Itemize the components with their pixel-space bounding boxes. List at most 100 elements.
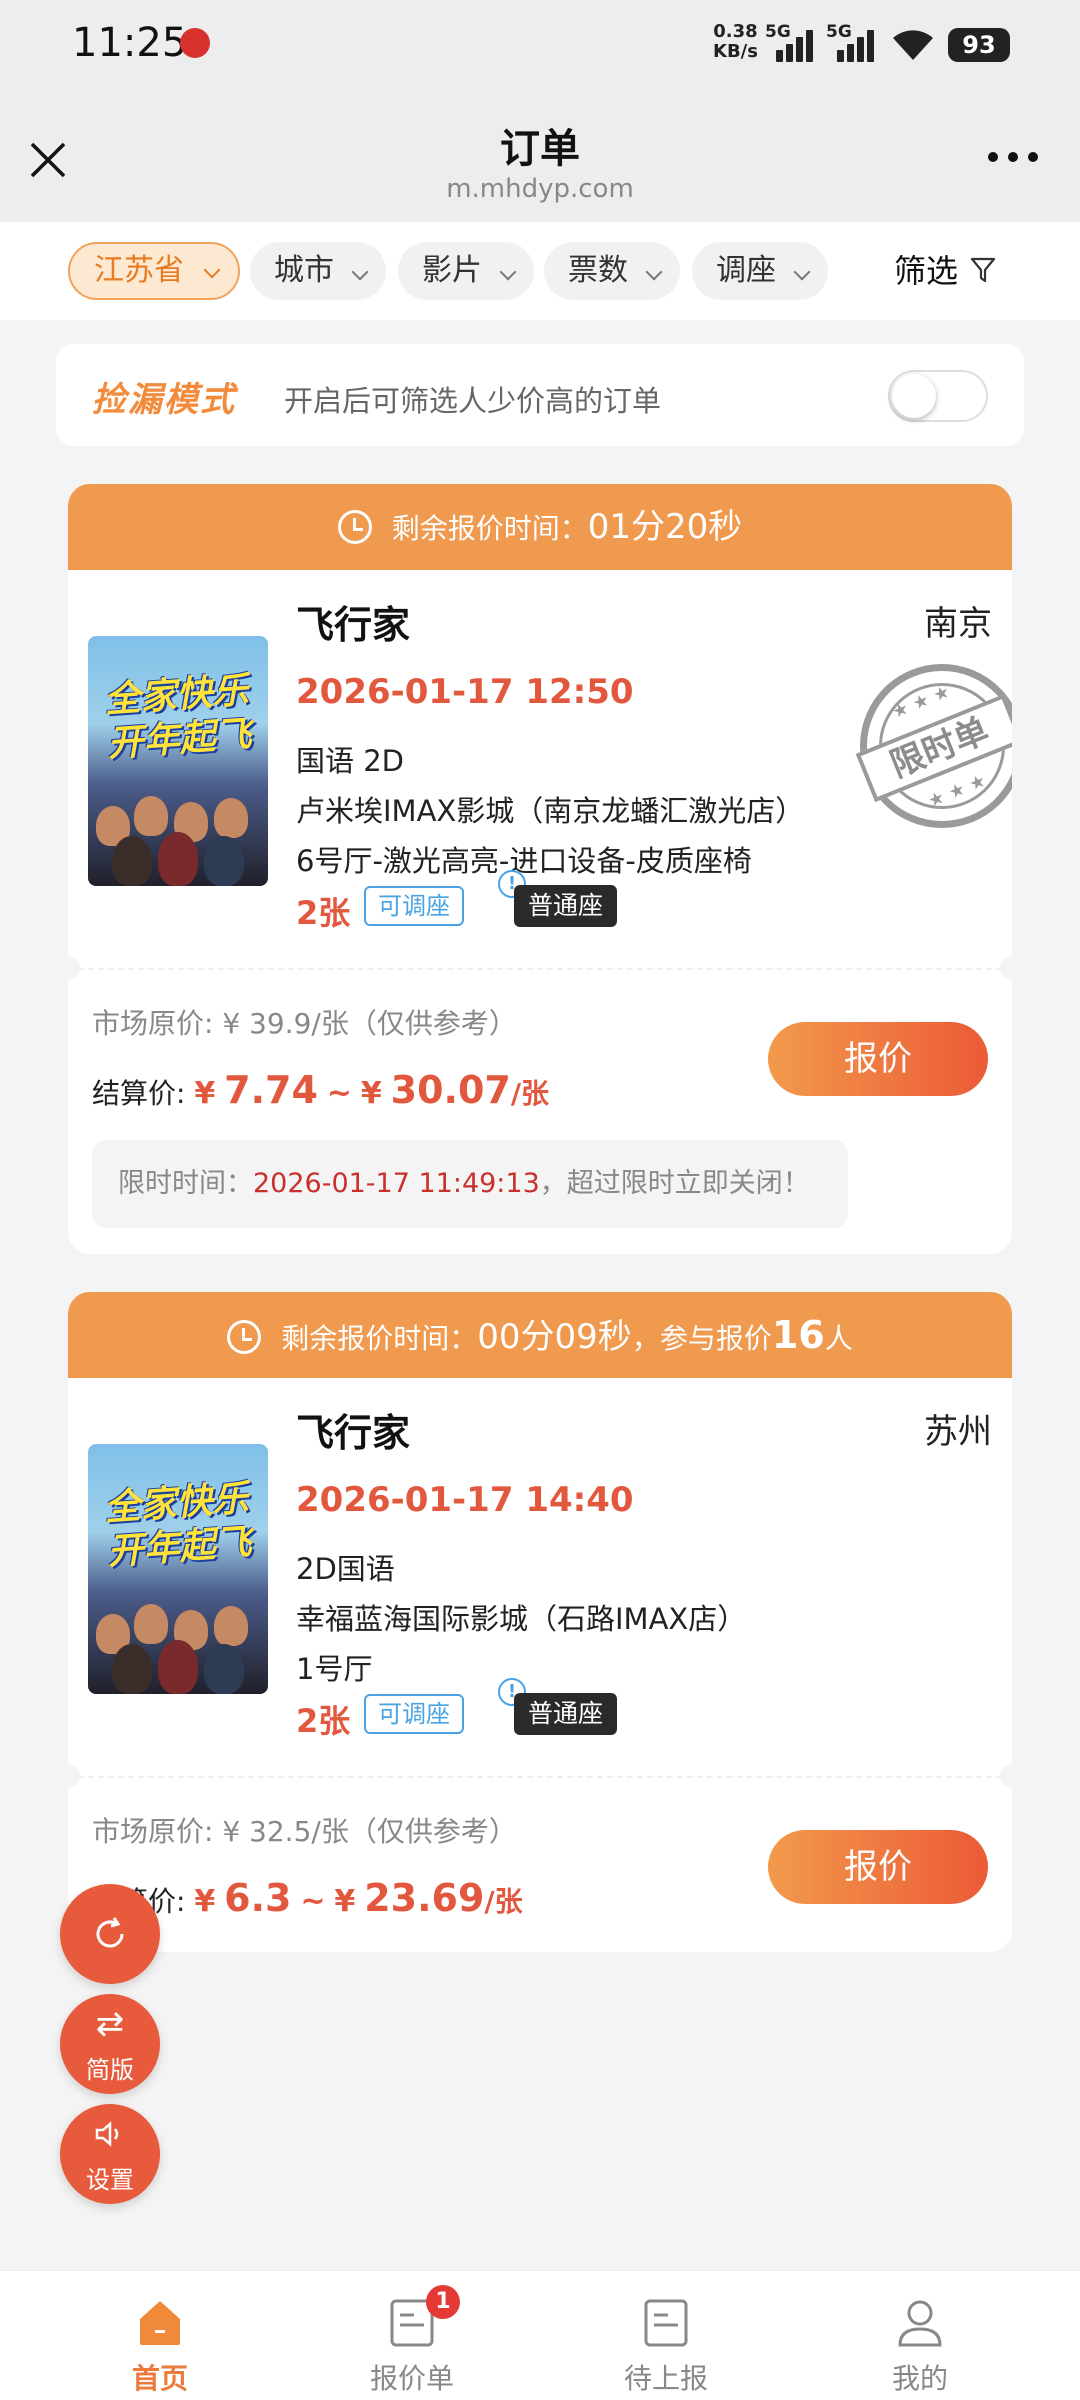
user-icon [898,2300,942,2347]
more-icon[interactable] [988,152,1038,166]
chevron-down-icon [645,263,663,281]
nav-profile-label: 我的 [891,2362,948,2395]
simple-mode-button[interactable]: ⇄ 简版 [60,1994,160,2094]
nav-quotes-label: 报价单 [369,2362,454,2395]
participants-suffix: 人 [824,1322,853,1355]
countdown-label: 剩余报价时间： [391,512,588,545]
price-max: 30.07 [390,1068,511,1112]
signal-icon [776,30,816,62]
order-card: 剩余报价时间：00分09秒，参与报价16人 全家快乐开年起飞 飞行家 苏州 20… [68,1292,1012,1952]
nav-pending[interactable]: 待上报 [566,2271,766,2400]
quote-button[interactable]: 报价 [768,1022,988,1096]
ticket-count: 2张 [296,894,351,932]
nav-home-label: 首页 [131,2362,188,2395]
movie-poster: 全家快乐开年起飞 [88,1444,268,1694]
leak-mode-title: 捡漏模式 [92,380,236,420]
show-format: 国语 2D [296,744,404,778]
show-format: 2D国语 [296,1552,395,1586]
filter-button[interactable]: 筛选 [894,242,958,300]
filter-city[interactable]: 城市 [250,242,386,300]
participants-prefix: ，参与报价 [631,1322,772,1355]
order-card: 剩余报价时间：01分20秒 全家快乐开年起飞 飞行家 南京 2026-01-17… [68,484,1012,1254]
hall-info: 6号厅-激光高亮-进口设备-皮质座椅 [296,844,752,878]
speaker-icon [95,2121,119,2147]
poster-title: 全家快乐开年起飞 [103,1478,253,1573]
countdown-label: 剩余报价时间： [281,1322,478,1355]
cinema-name: 卢米埃IMAX影城（南京龙蟠汇激光店） [296,794,805,828]
countdown-banner: 剩余报价时间：00分09秒，参与报价16人 [68,1292,1012,1378]
network-speed: 0.38 KB/s [713,22,758,62]
leak-mode-panel: 捡漏模式 开启后可筛选人少价高的订单 [56,344,1024,446]
leak-mode-toggle[interactable] [888,370,988,422]
funnel-icon[interactable] [970,256,996,284]
home-icon [140,2301,180,2345]
settings-button[interactable]: 设置 [60,2104,160,2204]
price-min: 6.3 [224,1876,292,1920]
settle-price: 结算价: ¥ 7.74 ~ ¥ 30.07/张 [92,1068,550,1112]
filter-tickets-label: 票数 [568,253,628,288]
refresh-icon [96,1917,124,1948]
filter-city-label: 城市 [274,253,334,288]
network-speed-value: 0.38 [713,21,758,42]
order-list: 捡漏模式 开启后可筛选人少价高的订单 剩余报价时间：01分20秒 全家快乐开年起… [32,320,1048,2270]
leak-mode-description: 开启后可筛选人少价高的订单 [284,384,662,418]
countdown-value: 00分09秒 [477,1317,632,1357]
poster-figures [88,776,268,886]
filter-movie[interactable]: 影片 [398,242,534,300]
ticket-count: 2张 [296,1702,351,1740]
status-time: 11:25 [72,20,188,66]
limit-suffix: ，超过限时立即关闭！ [539,1168,810,1199]
movie-title: 飞行家 [296,603,411,647]
battery-icon: 93 [948,28,1010,62]
price-max: 23.69 [364,1876,485,1920]
settle-price: 结算价: ¥ 6.3 ~ ¥ 23.69/张 [92,1876,523,1920]
page-url: m.mhdyp.com [446,174,634,204]
chevron-down-icon [203,261,221,279]
nav-home[interactable]: 首页 [60,2271,260,2400]
app-notification-icon [180,28,210,58]
quote-button[interactable]: 报价 [768,1830,988,1904]
status-bar: 11:25 0.38 KB/s 5G 5G 93 [0,0,1080,90]
countdown-value: 01分20秒 [587,507,743,547]
signal-icon [837,30,877,62]
price-min: 7.74 [224,1068,318,1112]
filter-province-label: 江苏省 [94,253,184,288]
card-divider [68,1776,1012,1778]
filter-bar: 江苏省 城市 影片 票数 调座 筛选 [0,222,1080,320]
toggle-knob [892,374,936,418]
nav-pending-label: 待上报 [623,2362,708,2395]
filter-seat-adjust-label: 调座 [716,253,776,288]
simple-mode-label: 简版 [86,2056,134,2084]
adjustable-seat-tag: 可调座 [364,1694,464,1734]
notification-badge: 1 [426,2285,460,2319]
document-icon [644,2299,688,2347]
hall-info: 1号厅 [296,1652,373,1686]
nav-quotes[interactable]: 1 报价单 [312,2271,512,2400]
settings-label: 设置 [86,2166,134,2194]
refresh-button[interactable] [60,1884,160,1984]
movie-poster: 全家快乐开年起飞 [88,636,268,886]
chevron-down-icon [793,263,811,281]
network-speed-unit: KB/s [713,41,758,62]
poster-figures [88,1584,268,1694]
participants-count: 16 [771,1313,825,1357]
filter-province[interactable]: 江苏省 [68,242,240,300]
limit-label: 限时时间： [118,1168,253,1199]
clock-icon [337,510,372,544]
page-title: 订单 [500,126,580,172]
limit-time: 2026-01-17 11:49:13 [253,1168,540,1199]
settle-label: 结算价: [92,1077,186,1110]
filter-tickets[interactable]: 票数 [544,242,680,300]
filter-movie-label: 影片 [422,253,482,288]
market-price: 市场原价: ¥ 39.9/张（仅供参考） [92,1007,517,1040]
movie-city: 南京 [924,604,992,644]
wifi-icon [893,30,933,60]
chevron-down-icon [351,263,369,281]
show-datetime: 2026-01-17 12:50 [296,672,634,712]
clock-icon [227,1320,262,1354]
limit-time-box: 限时时间：2026-01-17 11:49:13，超过限时立即关闭！ [92,1140,848,1228]
filter-seat-adjust[interactable]: 调座 [692,242,828,300]
nav-profile[interactable]: 我的 [820,2271,1020,2400]
bottom-nav: 首页 1 报价单 待上报 我的 [0,2270,1080,2400]
poster-title: 全家快乐开年起飞 [103,670,253,765]
